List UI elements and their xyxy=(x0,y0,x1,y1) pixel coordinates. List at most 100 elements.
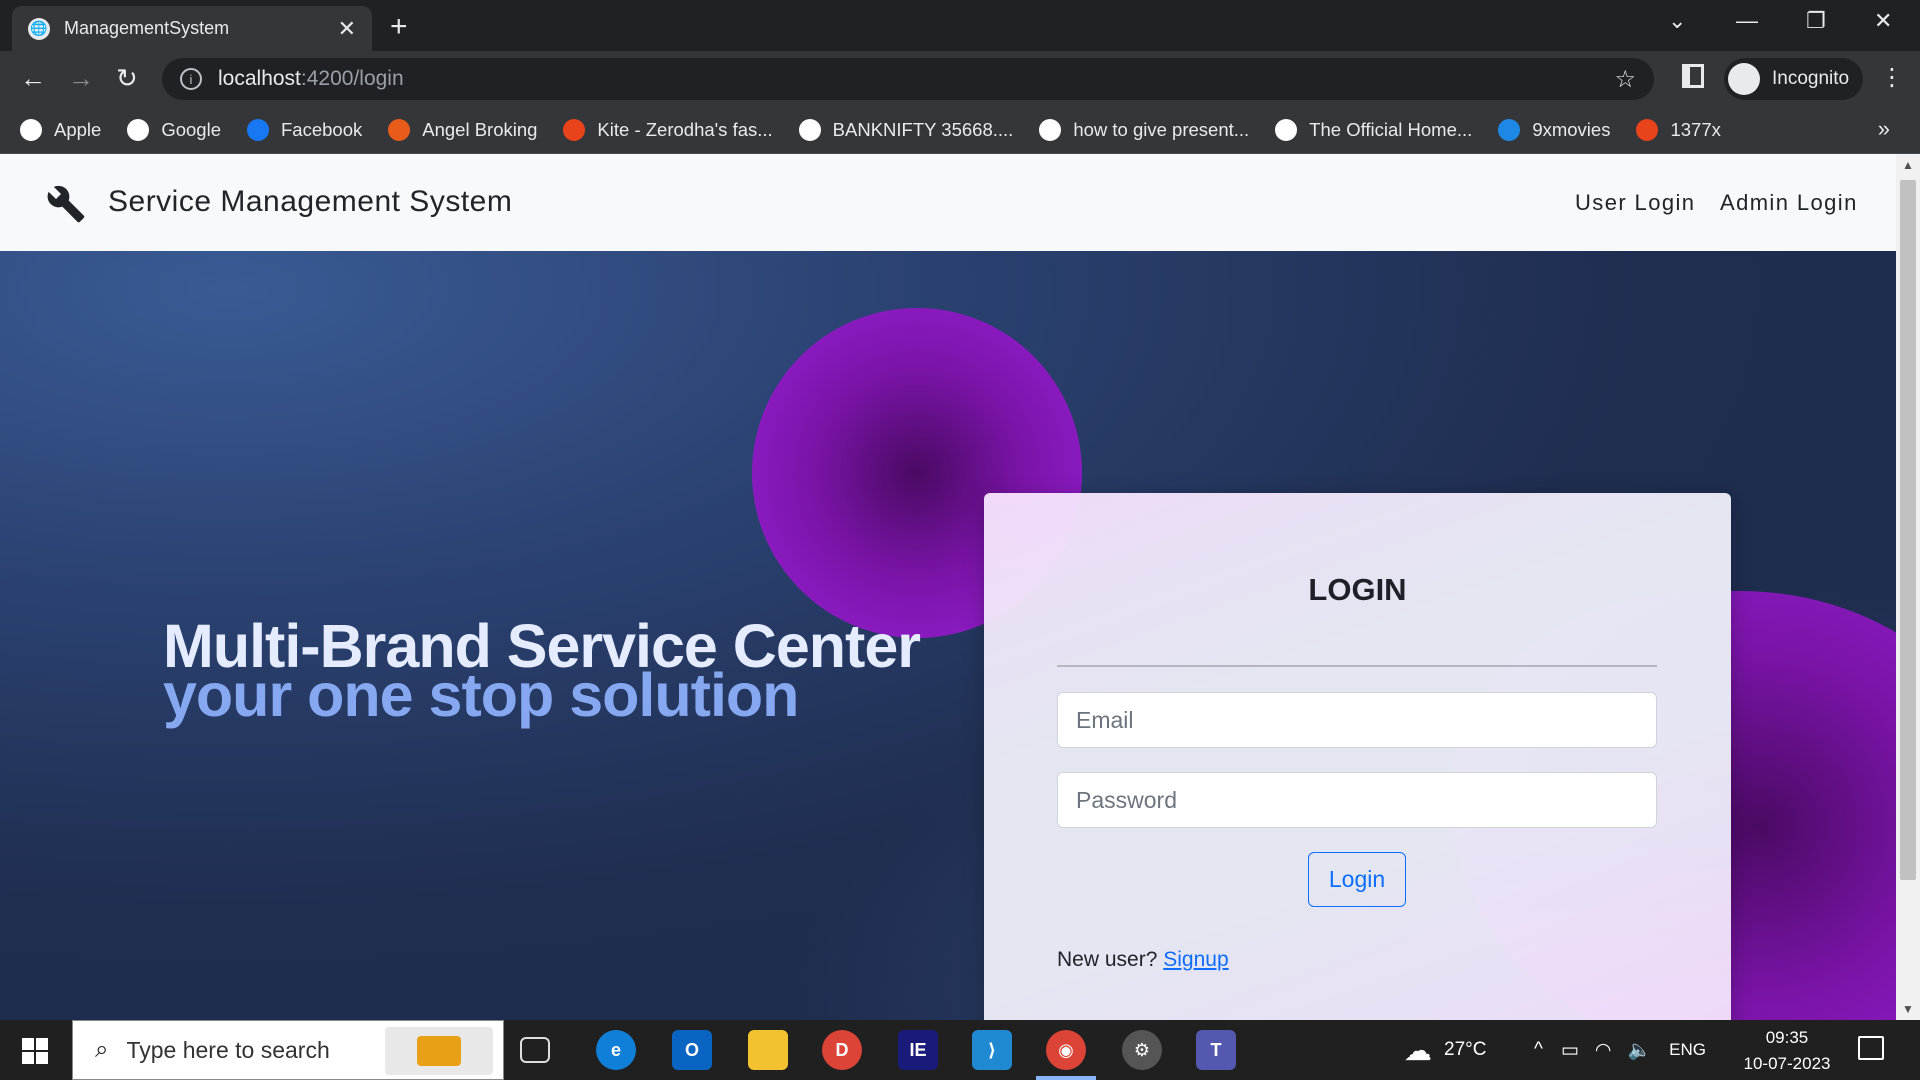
wifi-icon[interactable]: ◠ xyxy=(1595,1039,1612,1062)
kite-icon xyxy=(563,118,586,141)
language-indicator[interactable]: ENG xyxy=(1669,1040,1706,1060)
bookmark-label: The Official Home... xyxy=(1309,118,1473,140)
bookmark-star-icon[interactable]: ☆ xyxy=(1614,65,1636,94)
windows-start-icon[interactable] xyxy=(22,1038,48,1064)
incognito-button[interactable]: Incognito xyxy=(1724,58,1864,100)
menu-icon[interactable]: ⋮ xyxy=(1880,63,1904,92)
login-card: LOGIN Login New user? Signup xyxy=(984,493,1731,1020)
tab-strip: 🌐 ManagementSystem ✕ + ⌄ — ❐ ✕ xyxy=(0,0,1920,51)
bookmark-label: Kite - Zerodha's fas... xyxy=(597,118,773,140)
wrench-icon xyxy=(47,185,85,223)
volume-icon[interactable]: 🔈 xyxy=(1627,1038,1651,1062)
facebook-icon xyxy=(246,118,269,141)
close-window-icon[interactable]: ✕ xyxy=(1874,8,1892,34)
globe-icon: 🌐 xyxy=(28,17,50,40)
search-icon: ⌕ xyxy=(95,1036,109,1063)
side-panel-icon[interactable] xyxy=(1682,64,1704,88)
bookmark-label: 9xmovies xyxy=(1532,118,1611,140)
clock-date: 10-07-2023 xyxy=(1743,1054,1831,1073)
active-app-indicator xyxy=(1036,1076,1096,1080)
chrome-icon[interactable]: ◉ xyxy=(1046,1030,1086,1070)
settings-gear-icon[interactable]: ⚙ xyxy=(1122,1030,1162,1070)
more-bookmarks-icon[interactable]: » xyxy=(1878,116,1890,142)
bookmark-item[interactable]: BANKNIFTY 35668.... xyxy=(798,118,1013,141)
tradingview-icon xyxy=(798,118,821,141)
bookmark-item[interactable]: 1377x xyxy=(1636,118,1721,141)
browser-tab[interactable]: 🌐 ManagementSystem ✕ xyxy=(12,6,372,51)
user-login-link[interactable]: User Login xyxy=(1575,190,1695,216)
restore-icon[interactable]: ❐ xyxy=(1806,8,1826,34)
task-view-icon[interactable] xyxy=(520,1037,550,1063)
play-icon xyxy=(1498,118,1521,141)
toolbar: ← → ↻ i localhost :4200/login ☆ Incognit… xyxy=(0,51,1920,106)
x-icon xyxy=(1636,118,1659,141)
chrome-profile-icon[interactable]: D xyxy=(822,1030,862,1070)
taskbar-search[interactable]: ⌕ Type here to search xyxy=(72,1020,504,1080)
page-scrollbar[interactable]: ▲ ▼ xyxy=(1896,154,1920,1020)
new-tab-icon[interactable]: + xyxy=(390,10,408,44)
brand-title[interactable]: Service Management System xyxy=(108,185,512,219)
hero-headline: Multi-Brand Service Center your one stop… xyxy=(163,616,921,726)
bookmark-item[interactable]: how to give present... xyxy=(1039,118,1250,141)
minimize-icon[interactable]: — xyxy=(1736,8,1758,34)
bookmark-label: Google xyxy=(161,118,221,140)
weather-widget[interactable]: ☁ 27°C xyxy=(1404,1020,1486,1080)
incognito-icon xyxy=(1728,63,1760,95)
forward-icon[interactable]: → xyxy=(68,63,94,94)
email-field[interactable] xyxy=(1057,692,1657,748)
system-tray: ^ ▭ ◠ 🔈 ENG xyxy=(1534,1020,1706,1080)
bookmark-item[interactable]: Kite - Zerodha's fas... xyxy=(563,118,773,141)
battery-icon[interactable]: ▭ xyxy=(1561,1039,1579,1062)
briefcase-icon[interactable] xyxy=(385,1027,493,1075)
signup-link[interactable]: Signup xyxy=(1163,948,1228,971)
tab-search-icon[interactable]: ⌄ xyxy=(1668,8,1686,34)
chevron-up-icon[interactable]: ^ xyxy=(1534,1039,1543,1061)
teams-icon[interactable]: T xyxy=(1196,1030,1236,1070)
bookmark-item[interactable]: Apple xyxy=(20,118,102,141)
login-title: LOGIN xyxy=(1308,572,1407,607)
url-path: :4200/login xyxy=(300,67,404,90)
bookmark-label: how to give present... xyxy=(1073,118,1250,140)
scroll-up-icon[interactable]: ▲ xyxy=(1902,158,1914,172)
new-user-prompt: New user? Signup xyxy=(1057,948,1229,972)
clock-time: 09:35 xyxy=(1765,1028,1809,1047)
cloud-icon: ☁ xyxy=(1404,1034,1432,1066)
bookmark-label: Apple xyxy=(54,118,102,140)
system-clock[interactable]: 09:35 10-07-2023 xyxy=(1734,1025,1840,1077)
password-field[interactable] xyxy=(1057,772,1657,828)
bookmark-item[interactable]: Google xyxy=(127,118,221,141)
angel-broking-icon xyxy=(388,118,411,141)
bookmark-item[interactable]: 9xmovies xyxy=(1498,118,1611,141)
bookmark-item[interactable]: The Official Home... xyxy=(1275,118,1473,141)
browser-chrome: 🌐 ManagementSystem ✕ + ⌄ — ❐ ✕ ← → ↻ i l… xyxy=(0,0,1920,154)
site-info-icon[interactable]: i xyxy=(180,68,202,90)
bookmark-label: Facebook xyxy=(280,118,363,140)
apple-icon xyxy=(20,118,42,141)
page-viewport: Service Management System User Login Adm… xyxy=(0,154,1896,1020)
google-icon xyxy=(127,118,150,141)
site-navbar: Service Management System User Login Adm… xyxy=(0,154,1896,251)
admin-login-link[interactable]: Admin Login xyxy=(1720,190,1858,216)
bookmarks-bar: Apple Google Facebook Angel Broking Kite - Z… xyxy=(0,106,1920,154)
vscode-icon[interactable]: ⟩ xyxy=(972,1030,1012,1070)
outlook-icon[interactable]: O xyxy=(672,1030,712,1070)
bookmark-item[interactable]: Facebook xyxy=(246,118,363,141)
google-icon xyxy=(1039,118,1062,141)
intellij-icon[interactable]: IE xyxy=(898,1030,938,1070)
scrollbar-thumb[interactable] xyxy=(1900,180,1916,880)
taskbar-search-placeholder: Type here to search xyxy=(126,1036,330,1063)
divider xyxy=(1057,665,1657,667)
url-host: localhost xyxy=(218,67,301,90)
tab-close-icon[interactable]: ✕ xyxy=(338,16,356,42)
hero-section: Multi-Brand Service Center your one stop… xyxy=(0,251,1896,1020)
bookmark-item[interactable]: Angel Broking xyxy=(388,118,537,141)
scroll-down-icon[interactable]: ▼ xyxy=(1902,1002,1914,1016)
back-icon[interactable]: ← xyxy=(20,63,46,94)
edge-icon[interactable]: e xyxy=(596,1030,636,1070)
notification-icon[interactable] xyxy=(1858,1036,1884,1060)
file-explorer-icon[interactable] xyxy=(748,1030,788,1070)
reload-icon[interactable]: ↻ xyxy=(116,63,138,94)
official-home-icon xyxy=(1275,118,1298,141)
login-button[interactable]: Login xyxy=(1308,852,1406,907)
address-bar[interactable]: i localhost :4200/login ☆ xyxy=(162,58,1654,100)
